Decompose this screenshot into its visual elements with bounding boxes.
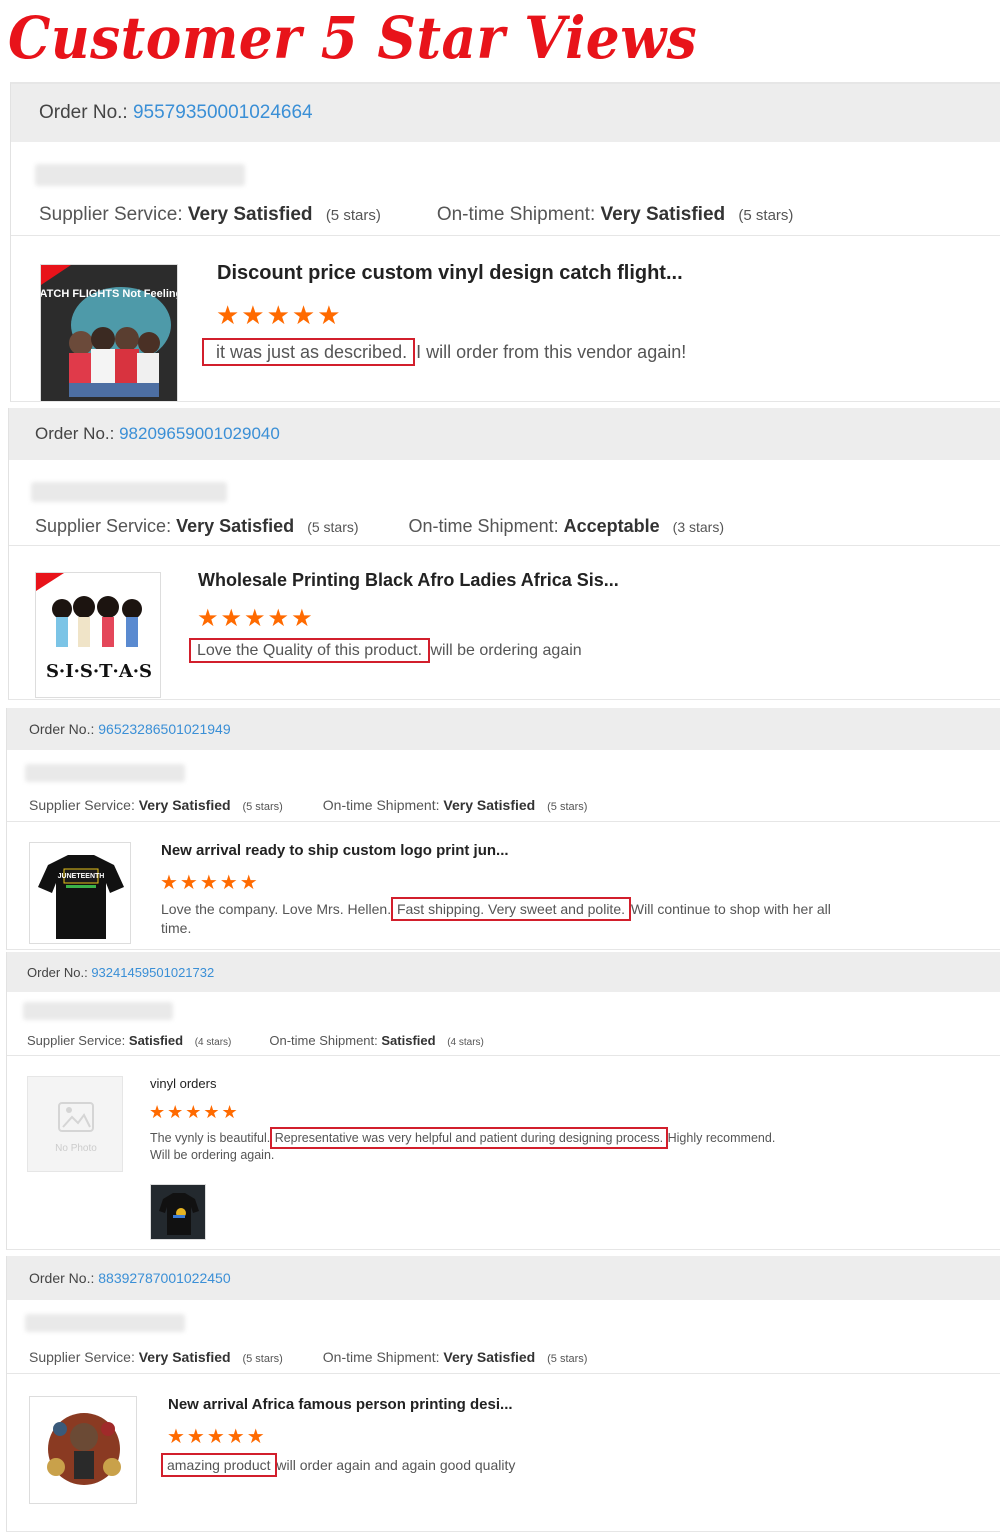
order-number-link[interactable]: 95579350001024664 — [133, 102, 313, 124]
shipment-rating: On-time Shipment: Acceptable (3 stars) — [408, 516, 725, 536]
rating-summary: Supplier Service: Very Satisfied (5 star… — [9, 460, 1000, 546]
shipment-rating: On-time Shipment: Very Satisfied (5 star… — [322, 796, 588, 813]
order-label: Order No.: — [27, 964, 88, 980]
supplier-service-rating: Supplier Service: Very Satisfied (5 star… — [29, 1348, 283, 1365]
star-rating: ★★★★★ — [160, 872, 260, 894]
review-card: Order No.: 93241459501021732 Supplier Se… — [6, 952, 1000, 1250]
order-header: Order No.: 96523286501021949 — [7, 708, 1000, 750]
tshirt-image-icon: JUNETEENTH — [30, 843, 130, 943]
rating-summary: Supplier Service: Very Satisfied (5 star… — [7, 750, 1000, 822]
order-number-link[interactable]: 96523286501021949 — [98, 721, 230, 737]
star-rating: ★★★★★ — [197, 605, 315, 632]
product-title-link[interactable]: New arrival Africa famous person printin… — [168, 1396, 513, 1413]
buyer-name-blurred — [23, 1002, 173, 1020]
rating-summary: Supplier Service: Very Satisfied (5 star… — [7, 1300, 1000, 1374]
supplier-service-rating: Supplier Service: Very Satisfied (5 star… — [39, 203, 381, 225]
shipment-rating: On-time Shipment: Satisfied (4 stars) — [269, 1033, 484, 1048]
sistas-image-icon: S·I·S·T·A·S — [36, 573, 160, 697]
product-title-link[interactable]: Discount price custom vinyl design catch… — [217, 262, 683, 285]
highlighted-phrase: amazing product — [161, 1453, 277, 1477]
review-text: amazing product will order again and aga… — [161, 1453, 516, 1477]
star-rating: ★★★★★ — [149, 1102, 240, 1122]
svg-text:CATCH FLIGHTS Not Feelings: CATCH FLIGHTS Not Feelings — [41, 288, 178, 300]
buyer-name-blurred — [25, 1314, 185, 1332]
supplier-service-rating: Supplier Service: Very Satisfied (5 star… — [29, 796, 283, 813]
review-photo[interactable] — [150, 1184, 206, 1240]
no-photo-icon — [28, 1077, 122, 1171]
star-rating: ★★★★★ — [167, 1426, 267, 1448]
review-text: it was just as described. I will order f… — [201, 338, 686, 366]
svg-text:S·I·S·T·A·S: S·I·S·T·A·S — [46, 661, 152, 682]
product-thumbnail[interactable]: S·I·S·T·A·S — [35, 572, 161, 698]
highlighted-phrase: Representative was very helpful and pati… — [269, 1127, 669, 1149]
product-thumbnail[interactable]: JUNETEENTH — [29, 842, 131, 944]
review-card: Order No.: 98209659001029040 Supplier Se… — [8, 408, 1000, 700]
no-photo-label: No Photo — [55, 1143, 97, 1154]
order-header: Order No.: 93241459501021732 — [7, 952, 1000, 992]
svg-text:JUNETEENTH: JUNETEENTH — [58, 873, 105, 880]
review-photo-icon — [151, 1185, 205, 1239]
order-number-link[interactable]: 93241459501021732 — [91, 965, 214, 980]
order-header: Order No.: 98209659001029040 — [9, 408, 1000, 460]
supplier-service-rating: Supplier Service: Very Satisfied (5 star… — [35, 516, 359, 536]
catch-flights-image-icon: CATCH FLIGHTS Not Feelings — [41, 265, 178, 401]
review-card: Order No.: 96523286501021949 Supplier Se… — [6, 708, 1000, 950]
order-number-link[interactable]: 88392787001022450 — [98, 1270, 230, 1286]
rating-summary: Supplier Service: Satisfied (4 stars) On… — [7, 992, 1000, 1056]
supplier-service-rating: Supplier Service: Satisfied (4 stars) — [27, 1033, 232, 1048]
highlighted-phrase: it was just as described. — [201, 338, 416, 366]
order-label: Order No.: — [35, 424, 115, 443]
review-text: The vynly is beautiful. Representative w… — [150, 1127, 776, 1162]
review-card: Order No.: 88392787001022450 Supplier Se… — [6, 1256, 1000, 1532]
portrait-image-icon — [30, 1397, 136, 1503]
product-title-link[interactable]: vinyl orders — [150, 1076, 216, 1091]
review-text: Love the Quality of this product. will b… — [188, 638, 582, 663]
page-title: Customer 5 Star Views — [8, 4, 698, 72]
order-label: Order No.: — [29, 1270, 95, 1286]
buyer-name-blurred — [35, 164, 245, 186]
product-thumbnail[interactable]: CATCH FLIGHTS Not Feelings — [40, 264, 178, 401]
order-label: Order No.: — [39, 102, 128, 123]
buyer-name-blurred — [25, 764, 185, 782]
product-thumbnail[interactable]: No Photo — [27, 1076, 123, 1172]
order-number-link[interactable]: 98209659001029040 — [119, 424, 280, 444]
review-text: Love the company. Love Mrs. Hellen. Fast… — [161, 897, 831, 936]
product-title-link[interactable]: Wholesale Printing Black Afro Ladies Afr… — [198, 570, 619, 591]
review-card: Order No.: 95579350001024664 Supplier Se… — [10, 82, 1000, 402]
highlighted-phrase: Love the Quality of this product. — [188, 638, 431, 663]
product-thumbnail[interactable] — [29, 1396, 137, 1504]
product-title-link[interactable]: New arrival ready to ship custom logo pr… — [161, 842, 509, 859]
order-header: Order No.: 88392787001022450 — [7, 1256, 1000, 1300]
shipment-rating: On-time Shipment: Very Satisfied (5 star… — [322, 1348, 588, 1365]
star-rating: ★★★★★ — [216, 300, 343, 330]
buyer-name-blurred — [31, 482, 227, 502]
shipment-rating: On-time Shipment: Very Satisfied (5 star… — [436, 203, 794, 225]
rating-summary: Supplier Service: Very Satisfied (5 star… — [11, 142, 1000, 236]
highlighted-phrase: Fast shipping. Very sweet and polite. — [390, 897, 632, 921]
order-header: Order No.: 95579350001024664 — [11, 84, 1000, 142]
order-label: Order No.: — [29, 721, 95, 737]
